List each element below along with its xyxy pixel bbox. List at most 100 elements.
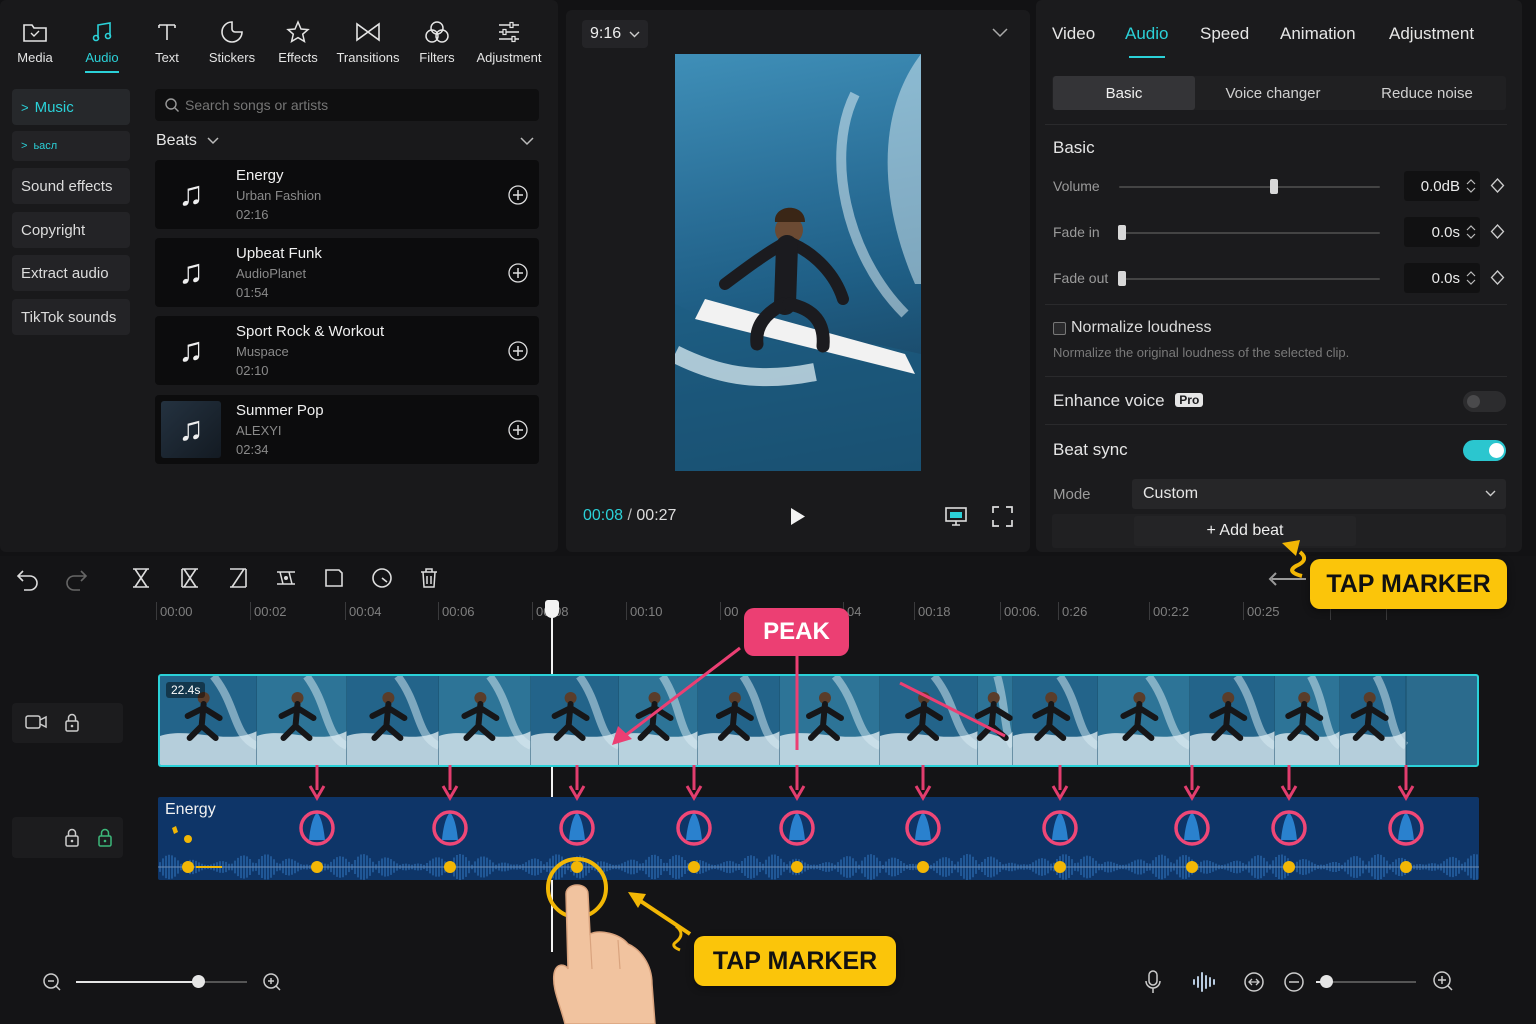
sidebar-item-extract-audio[interactable]: Extract audio	[12, 255, 130, 291]
speed-icon[interactable]	[370, 566, 396, 592]
sidebar-item-copyright[interactable]: Copyright	[12, 212, 130, 248]
fade-out-label: Fade out	[1053, 270, 1109, 286]
toolbar-adjustment-label: Adjustment	[476, 50, 542, 65]
song-card[interactable]: ♫ Summer Pop ALEXYI 02:34	[155, 395, 539, 464]
song-artist: ALEXYI	[236, 423, 282, 438]
sidebar-item-music[interactable]: > Music	[12, 89, 130, 125]
ruler-tick-label: 00	[724, 604, 739, 619]
fade-out-slider-handle[interactable]	[1118, 271, 1126, 286]
lock-icon[interactable]	[64, 828, 80, 847]
toolbar-effects[interactable]: Effects	[263, 18, 333, 65]
toolbar-transitions[interactable]: Transitions	[333, 18, 403, 65]
stepper-icon[interactable]	[1466, 222, 1476, 242]
sidebar-item-label: Extract audio	[21, 264, 109, 282]
fit-icon[interactable]	[1243, 971, 1265, 993]
song-card[interactable]: ♫ Sport Rock & Workout Muspace 02:10	[155, 316, 539, 385]
song-artist: AudioPlanet	[236, 266, 307, 281]
tab-adjustment[interactable]: Adjustment	[1389, 24, 1474, 44]
redo-icon[interactable]	[63, 566, 89, 592]
toolbar-stickers[interactable]: Stickers	[197, 18, 267, 65]
waveform-icon[interactable]	[1192, 970, 1218, 994]
tab-speed[interactable]: Speed	[1200, 24, 1249, 44]
audio-clip[interactable]: Energy	[158, 797, 1479, 880]
song-card[interactable]: ♫ Energy Urban Fashion 02:16	[155, 160, 539, 229]
mode-dropdown[interactable]: Custom	[1132, 479, 1506, 509]
green-lock-icon[interactable]	[97, 828, 113, 847]
search-box[interactable]	[155, 89, 539, 121]
microphone-icon[interactable]	[1144, 970, 1162, 994]
play-icon[interactable]	[790, 507, 806, 526]
aspect-ratio-dropdown[interactable]: 9:16	[582, 20, 648, 48]
subtab-reduce-noise[interactable]: Reduce noise	[1352, 76, 1502, 110]
add-beat-button[interactable]: + Add beat	[1134, 516, 1356, 546]
song-duration: 02:16	[236, 207, 269, 222]
crop-icon[interactable]	[322, 566, 348, 592]
timeline-zoom-in-icon[interactable]	[1432, 970, 1454, 992]
undo-icon[interactable]	[15, 566, 41, 592]
sidebar-item-sound-effects[interactable]: Sound effects	[12, 168, 130, 204]
filter-icon	[402, 18, 472, 46]
toolbar-adjustment[interactable]: Adjustment	[468, 18, 550, 65]
bowtie-icon	[333, 18, 403, 46]
volume-slider-handle[interactable]	[1270, 179, 1278, 194]
search-input[interactable]	[185, 94, 525, 116]
zoom-slider-handle[interactable]	[192, 975, 205, 988]
fade-out-slider[interactable]	[1119, 278, 1380, 280]
zoom-slider-fill	[76, 981, 198, 983]
timeline-zoom-out-icon[interactable]	[1283, 971, 1305, 993]
chevron-down-icon[interactable]	[992, 28, 1008, 38]
add-song-icon[interactable]	[507, 262, 529, 284]
subtab-basic[interactable]: Basic	[1053, 76, 1195, 110]
toolbar-media[interactable]: Media	[0, 18, 70, 65]
ruler-tick-line	[1000, 602, 1001, 620]
keyframe-diamond-icon[interactable]	[1490, 270, 1505, 285]
toolbar-stickers-label: Stickers	[208, 50, 256, 65]
collapse-chevron-icon[interactable]	[520, 137, 534, 146]
freeze-frame-icon[interactable]	[274, 566, 300, 592]
split-icon[interactable]	[129, 566, 155, 592]
volume-slider[interactable]	[1119, 186, 1380, 188]
search-icon	[164, 97, 180, 113]
playhead-handle[interactable]	[545, 600, 559, 618]
lock-icon[interactable]	[64, 713, 80, 732]
song-duration: 02:10	[236, 363, 269, 378]
divider	[1045, 304, 1507, 305]
monitor-icon[interactable]	[944, 506, 968, 527]
zoom-in-icon[interactable]	[262, 972, 282, 992]
ruler-tick-label: 00:04	[349, 604, 382, 619]
keyframe-diamond-icon[interactable]	[1490, 224, 1505, 239]
add-song-icon[interactable]	[507, 184, 529, 206]
add-song-icon[interactable]	[507, 340, 529, 362]
keyframe-diamond-icon[interactable]	[1490, 178, 1505, 193]
video-clip[interactable]: 22.4s	[158, 674, 1479, 767]
category-dropdown[interactable]: Beats	[156, 132, 219, 150]
sidebar-item-tiktok-sounds[interactable]: TikTok sounds	[12, 299, 130, 335]
normalize-description: Normalize the original loudness of the s…	[1053, 345, 1350, 360]
delete-icon[interactable]	[417, 566, 443, 592]
music-note-icon	[67, 18, 137, 46]
sidebar-item-secondary[interactable]: > ьасл	[12, 131, 130, 161]
tab-animation[interactable]: Animation	[1280, 24, 1356, 44]
split-right-icon[interactable]	[226, 566, 252, 592]
stepper-icon[interactable]	[1466, 176, 1476, 196]
subtab-voice-changer[interactable]: Voice changer	[1198, 76, 1348, 110]
add-song-icon[interactable]	[507, 419, 529, 441]
video-camera-icon[interactable]	[25, 714, 47, 730]
tab-audio[interactable]: Audio	[1125, 24, 1168, 44]
fade-in-slider[interactable]	[1119, 232, 1380, 234]
fullscreen-icon[interactable]	[992, 506, 1013, 527]
zoom-out-icon[interactable]	[42, 972, 62, 992]
toolbar-audio[interactable]: Audio	[67, 18, 137, 73]
timeline-zoom-slider-handle[interactable]	[1320, 975, 1333, 988]
tab-video[interactable]: Video	[1052, 24, 1095, 44]
toolbar-text[interactable]: Text	[132, 18, 202, 65]
mode-value: Custom	[1143, 485, 1199, 502]
enhance-voice-toggle[interactable]	[1463, 391, 1506, 412]
fade-in-slider-handle[interactable]	[1118, 225, 1126, 240]
toolbar-filters[interactable]: Filters	[402, 18, 472, 65]
beat-sync-toggle[interactable]	[1463, 440, 1506, 461]
normalize-checkbox[interactable]	[1053, 322, 1066, 335]
split-left-icon[interactable]	[178, 566, 204, 592]
song-card[interactable]: ♫ Upbeat Funk AudioPlanet 01:54	[155, 238, 539, 307]
stepper-icon[interactable]	[1466, 268, 1476, 288]
